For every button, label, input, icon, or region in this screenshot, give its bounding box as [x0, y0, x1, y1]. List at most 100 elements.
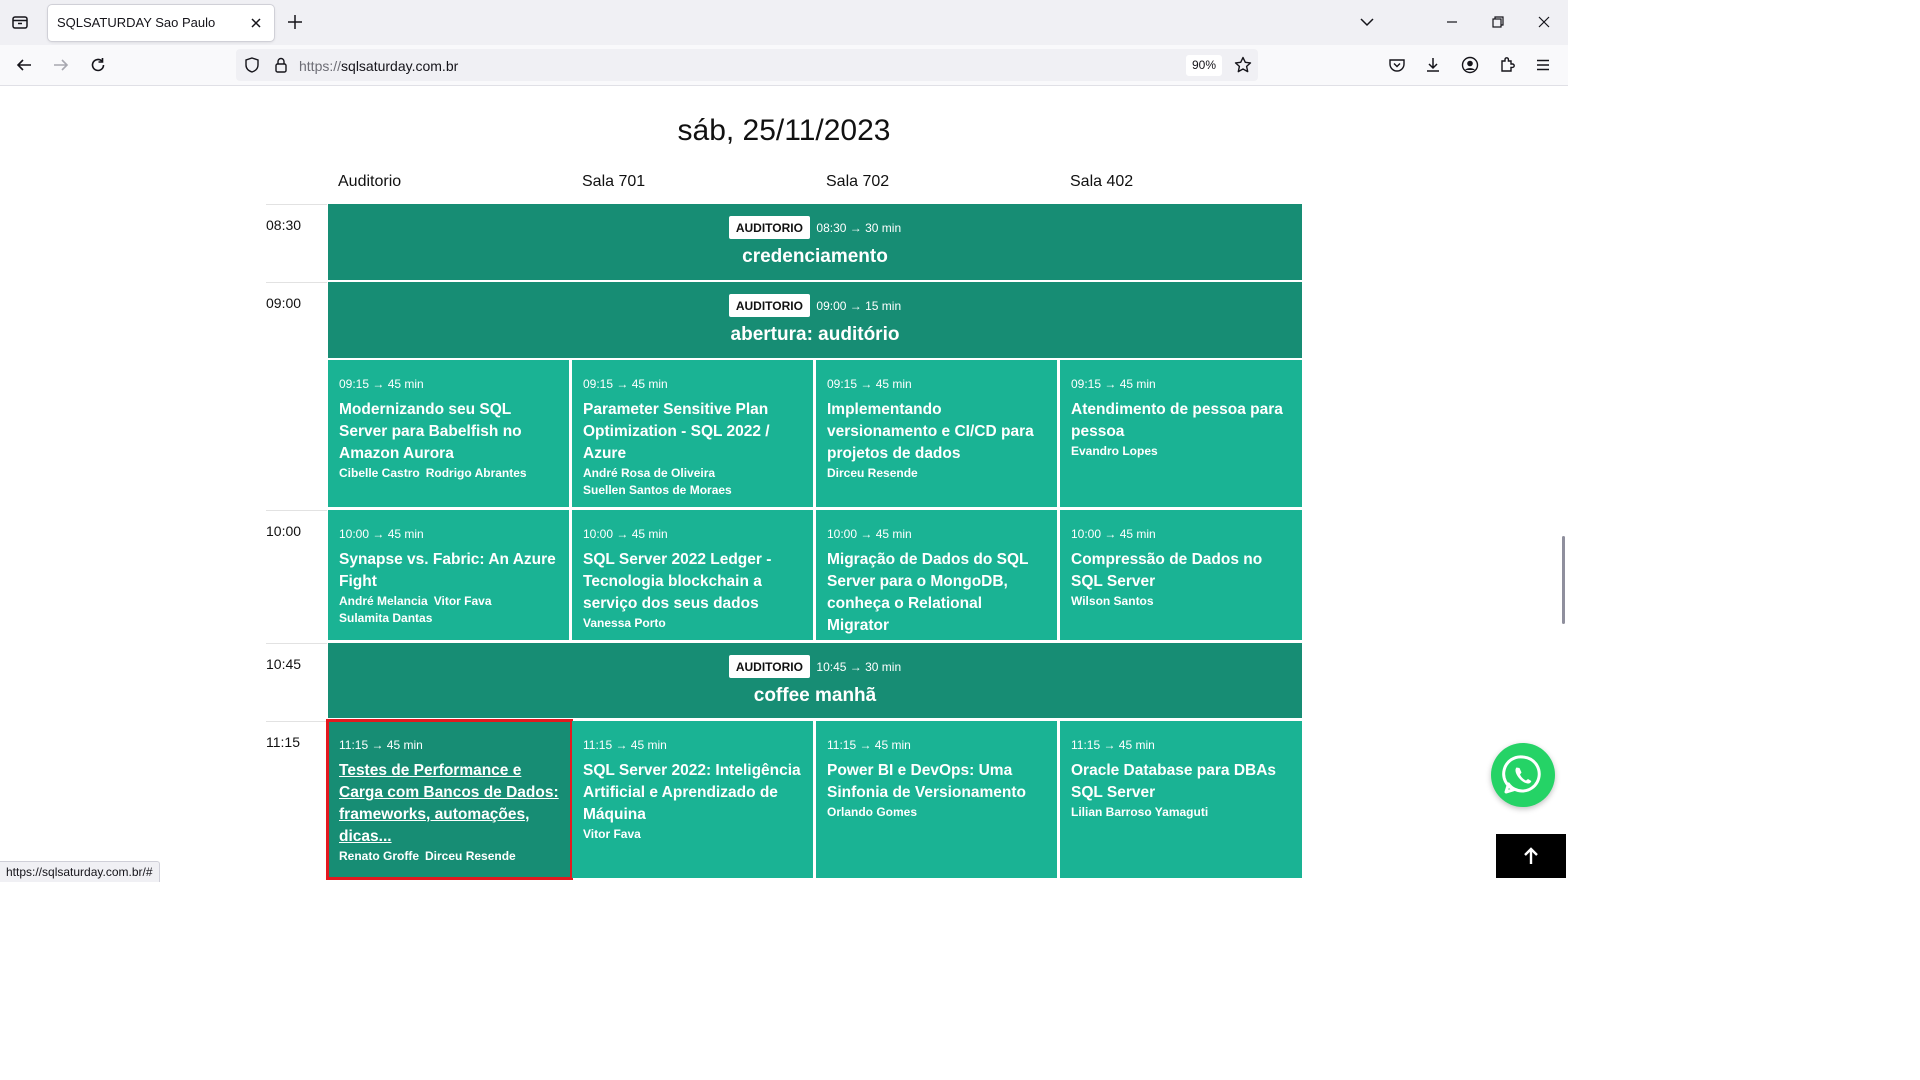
- session-time: 10:00 → 45 min: [827, 527, 912, 541]
- window-close-icon[interactable]: [1534, 12, 1554, 32]
- plenary-session-title: abertura: auditório: [730, 324, 900, 345]
- session-card[interactable]: 09:15 → 45 min Modernizando seu SQL Serv…: [328, 360, 569, 507]
- session-time: 10:00 → 45 min: [583, 527, 668, 541]
- session-card[interactable]: 10:00 → 45 min Synapse vs. Fabric: An Az…: [328, 510, 569, 640]
- back-to-top-button[interactable]: [1496, 834, 1566, 878]
- url-bar[interactable]: https://sqlsaturday.com.br 90%: [236, 49, 1258, 81]
- reload-icon[interactable]: [88, 55, 108, 75]
- session-title-link[interactable]: Testes de Performance e Carga com Bancos…: [339, 760, 561, 848]
- back-arrow-icon[interactable]: [14, 55, 34, 75]
- speaker-name[interactable]: Wilson Santos: [1071, 594, 1154, 608]
- session-card[interactable]: 10:00 → 45 min SQL Server 2022 Ledger - …: [572, 510, 813, 640]
- plus-icon[interactable]: [285, 12, 305, 32]
- speaker-name[interactable]: Dirceu Resende: [827, 466, 918, 480]
- plenary-session-title: coffee manhã: [753, 685, 877, 706]
- session-title[interactable]: Oracle Database para DBAs SQL Server: [1071, 760, 1292, 804]
- status-bar-url: https://sqlsaturday.com.br/#: [0, 861, 160, 882]
- session-time: 08:30 → 30 min: [816, 220, 902, 235]
- speaker-name[interactable]: Vanessa Porto: [583, 616, 666, 630]
- pocket-icon[interactable]: [1387, 55, 1407, 75]
- speaker-name[interactable]: Cibelle Castro: [339, 466, 420, 480]
- download-icon[interactable]: [1423, 55, 1443, 75]
- session-card[interactable]: 09:15 → 45 min Implementando versionamen…: [816, 360, 1057, 507]
- time-divider: [266, 643, 327, 644]
- time-divider: [266, 204, 327, 205]
- session-card[interactable]: 09:15 → 45 min Parameter Sensitive Plan …: [572, 360, 813, 507]
- speaker-list: André Rosa de Oliveira Suellen Santos de …: [583, 465, 803, 499]
- room-header-auditorio: Auditorio: [338, 173, 402, 190]
- plenary-session[interactable]: AUDITORIO 09:00 → 15 min abertura: audit…: [328, 282, 1302, 358]
- extensions-icon[interactable]: [1497, 55, 1517, 75]
- url-text[interactable]: https://sqlsaturday.com.br: [299, 58, 458, 74]
- session-title[interactable]: Compressão de Dados no SQL Server: [1071, 549, 1292, 593]
- session-time: 10:45 → 30 min: [816, 659, 902, 674]
- session-title[interactable]: Implementando versionamento e CI/CD para…: [827, 399, 1047, 465]
- time-label: 11:15: [266, 734, 300, 750]
- speaker-list: Lilian Barroso Yamaguti: [1071, 804, 1292, 821]
- session-card[interactable]: 10:00 → 45 min Compressão de Dados no SQ…: [1060, 510, 1302, 640]
- speaker-list: Dirceu Resende: [827, 465, 1047, 482]
- session-title[interactable]: Modernizando seu SQL Server para Babelfi…: [339, 399, 559, 465]
- session-title[interactable]: Parameter Sensitive Plan Optimization - …: [583, 399, 803, 465]
- session-time: 10:00 → 45 min: [1071, 527, 1156, 541]
- plenary-session-header: AUDITORIO 10:45 → 30 min: [328, 655, 1302, 678]
- tab-list-icon[interactable]: [10, 12, 30, 32]
- speaker-name[interactable]: Dirceu Resende: [425, 849, 516, 863]
- speaker-list: Orlando Gomes: [827, 804, 1047, 821]
- zoom-indicator[interactable]: 90%: [1186, 55, 1223, 76]
- room-badge: AUDITORIO: [728, 294, 810, 317]
- arrow-up-icon: [1524, 847, 1538, 864]
- session-card-selected[interactable]: 11:15 → 45 min Testes de Performance e C…: [326, 719, 573, 880]
- star-icon[interactable]: [1233, 55, 1253, 75]
- menu-icon[interactable]: [1533, 55, 1553, 75]
- session-card[interactable]: 11:15 → 45 min SQL Server 2022: Inteligê…: [572, 721, 813, 878]
- room-badge: AUDITORIO: [728, 216, 810, 239]
- close-icon[interactable]: [246, 13, 266, 33]
- chevron-down-icon[interactable]: [1357, 12, 1377, 32]
- speaker-name[interactable]: Vitor Fava: [583, 827, 641, 841]
- speaker-name[interactable]: Sulamita Dantas: [339, 611, 432, 625]
- session-card[interactable]: 10:00 → 45 min Migração de Dados do SQL …: [816, 510, 1057, 652]
- speaker-name[interactable]: Lilian Barroso Yamaguti: [1071, 805, 1208, 819]
- tab-title: SQLSATURDAY Sao Paulo: [57, 15, 216, 30]
- session-time: 09:15 → 45 min: [1071, 377, 1156, 391]
- minimize-icon[interactable]: [1442, 12, 1462, 32]
- speaker-name[interactable]: Renato Groffe: [339, 849, 419, 863]
- restore-icon[interactable]: [1488, 12, 1508, 32]
- speaker-list: Cibelle Castro Rodrigo Abrantes: [339, 465, 559, 482]
- whatsapp-button[interactable]: [1491, 743, 1555, 807]
- session-time: 11:15 → 45 min: [339, 738, 423, 752]
- account-icon[interactable]: [1460, 55, 1480, 75]
- session-title[interactable]: Migração de Dados do SQL Server para o M…: [827, 549, 1047, 637]
- session-title[interactable]: Atendimento de pessoa para pessoa: [1071, 399, 1292, 443]
- shield-icon[interactable]: [242, 55, 262, 75]
- speaker-name[interactable]: Vitor Fava: [434, 594, 492, 608]
- navigation-toolbar: https://sqlsaturday.com.br 90%: [0, 45, 1568, 86]
- session-title[interactable]: SQL Server 2022 Ledger - Tecnologia bloc…: [583, 549, 803, 615]
- forward-arrow-icon[interactable]: [51, 55, 71, 75]
- speaker-name[interactable]: Orlando Gomes: [827, 805, 917, 819]
- session-time: 11:15 → 45 min: [827, 738, 911, 752]
- lock-icon[interactable]: [271, 55, 291, 75]
- session-card[interactable]: 11:15 → 45 min Power BI e DevOps: Uma Si…: [816, 721, 1057, 878]
- speaker-name[interactable]: André Melancia: [339, 594, 428, 608]
- time-label: 08:30: [266, 217, 302, 233]
- session-card[interactable]: 11:15 → 45 min Oracle Database para DBAs…: [1060, 721, 1302, 878]
- scrollbar-thumb[interactable]: [1562, 536, 1565, 624]
- room-badge: AUDITORIO: [728, 655, 810, 678]
- plenary-session[interactable]: AUDITORIO 08:30 → 30 min credenciamento: [328, 204, 1302, 280]
- speaker-list: Wilson Santos: [1071, 593, 1292, 610]
- time-label: 10:00: [266, 523, 302, 539]
- session-time: 09:00 → 15 min: [816, 298, 902, 313]
- session-title[interactable]: Synapse vs. Fabric: An Azure Fight: [339, 549, 559, 593]
- plenary-session[interactable]: AUDITORIO 10:45 → 30 min coffee manhã: [328, 643, 1302, 718]
- speaker-name[interactable]: Rodrigo Abrantes: [426, 466, 527, 480]
- speaker-name[interactable]: André Rosa de Oliveira: [583, 466, 715, 480]
- speaker-name[interactable]: Evandro Lopes: [1071, 444, 1158, 458]
- speaker-name[interactable]: Suellen Santos de Moraes: [583, 483, 732, 497]
- page-content: sáb, 25/11/2023 Auditorio Sala 701 Sala …: [0, 86, 1568, 882]
- active-tab[interactable]: SQLSATURDAY Sao Paulo: [48, 5, 274, 41]
- session-card[interactable]: 09:15 → 45 min Atendimento de pessoa par…: [1060, 360, 1302, 507]
- session-title[interactable]: SQL Server 2022: Inteligência Artificial…: [583, 760, 803, 826]
- session-title[interactable]: Power BI e DevOps: Uma Sinfonia de Versi…: [827, 760, 1047, 804]
